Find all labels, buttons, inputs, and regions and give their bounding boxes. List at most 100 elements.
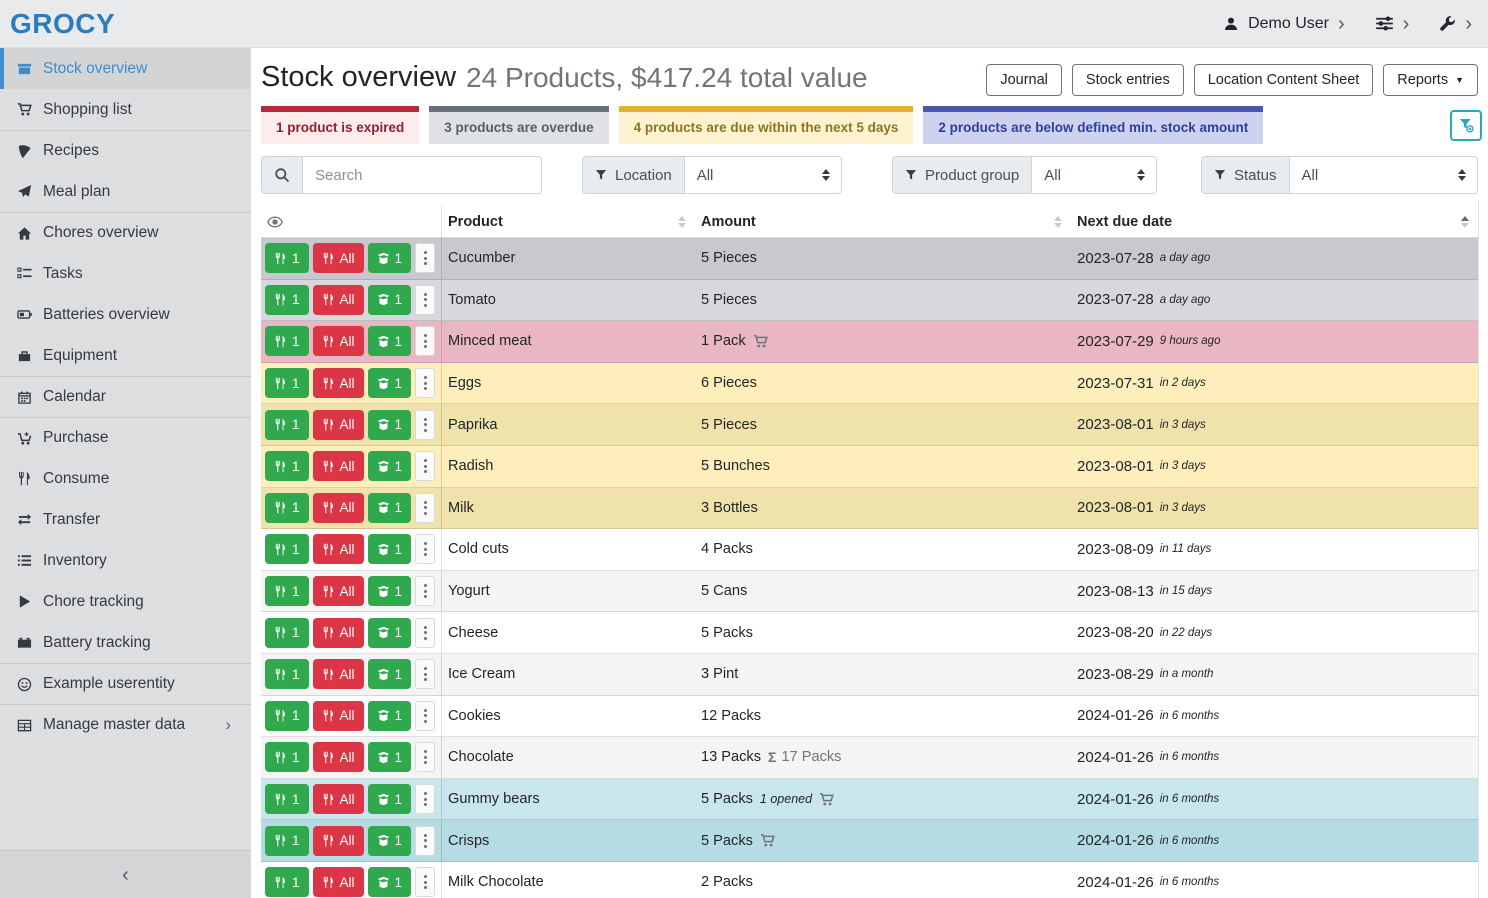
search-input[interactable] xyxy=(302,156,542,194)
table-row[interactable]: 1All1Milk Chocolate2 Packs2024-01-26in 6… xyxy=(261,862,1478,898)
table-row[interactable]: 1All1Yogurt5 Cans2023-08-13in 15 days xyxy=(261,571,1478,613)
amount-column-header[interactable]: Amount xyxy=(695,206,1071,237)
sidebar-item-calendar[interactable]: Calendar xyxy=(0,376,251,417)
open-one-button[interactable]: 1 xyxy=(368,701,412,731)
product-column-header[interactable]: Product xyxy=(442,206,695,237)
row-more-menu-button[interactable] xyxy=(415,784,435,814)
row-more-menu-button[interactable] xyxy=(415,742,435,772)
sidebar-collapse-button[interactable]: ‹ xyxy=(0,850,251,898)
row-more-menu-button[interactable] xyxy=(415,618,435,648)
product-name[interactable]: Radish xyxy=(448,458,493,474)
consume-one-button[interactable]: 1 xyxy=(265,451,309,481)
product-name[interactable]: Cheese xyxy=(448,625,498,641)
table-row[interactable]: 1All1Crisps5 Packs2024-01-26in 6 months xyxy=(261,820,1478,862)
consume-one-button[interactable]: 1 xyxy=(265,659,309,689)
chevron-right-icon[interactable]: › xyxy=(1338,14,1345,34)
consume-all-button[interactable]: All xyxy=(313,742,364,772)
consume-all-button[interactable]: All xyxy=(313,576,364,606)
product-name[interactable]: Milk xyxy=(448,500,474,516)
consume-one-button[interactable]: 1 xyxy=(265,784,309,814)
row-more-menu-button[interactable] xyxy=(415,701,435,731)
sidebar-item-shopping-list[interactable]: Shopping list xyxy=(0,89,251,130)
consume-one-button[interactable]: 1 xyxy=(265,534,309,564)
consume-one-button[interactable]: 1 xyxy=(265,368,309,398)
consume-all-button[interactable]: All xyxy=(313,493,364,523)
open-one-button[interactable]: 1 xyxy=(368,618,412,648)
journal-button[interactable]: Journal xyxy=(986,64,1062,96)
product-name[interactable]: Milk Chocolate xyxy=(448,874,544,890)
sidebar-item-example-userentity[interactable]: Example userentity xyxy=(0,663,251,704)
row-more-menu-button[interactable] xyxy=(415,826,435,856)
table-row[interactable]: 1All1Ice Cream3 Pint2023-08-29in a month xyxy=(261,654,1478,696)
product-name[interactable]: Tomato xyxy=(448,292,496,308)
sidebar-item-batteries-overview[interactable]: Batteries overview xyxy=(0,294,251,335)
row-more-menu-button[interactable] xyxy=(415,576,435,606)
table-row[interactable]: 1All1Cheese5 Packs2023-08-20in 22 days xyxy=(261,612,1478,654)
consume-all-button[interactable]: All xyxy=(313,826,364,856)
user-menu-label[interactable]: Demo User xyxy=(1248,15,1329,33)
table-row[interactable]: 1All1Cold cuts4 Packs2023-08-09in 11 day… xyxy=(261,529,1478,571)
due-date-column-header[interactable]: Next due date xyxy=(1071,206,1478,237)
open-one-button[interactable]: 1 xyxy=(368,410,412,440)
consume-all-button[interactable]: All xyxy=(313,285,364,315)
open-one-button[interactable]: 1 xyxy=(368,451,412,481)
consume-all-button[interactable]: All xyxy=(313,784,364,814)
sidebar-item-transfer[interactable]: Transfer xyxy=(0,499,251,540)
consume-all-button[interactable]: All xyxy=(313,659,364,689)
row-more-menu-button[interactable] xyxy=(415,451,435,481)
open-one-button[interactable]: 1 xyxy=(368,784,412,814)
open-one-button[interactable]: 1 xyxy=(368,576,412,606)
table-row[interactable]: 1All1Milk3 Bottles2023-08-01in 3 days xyxy=(261,488,1478,530)
product-name[interactable]: Chocolate xyxy=(448,749,514,765)
consume-one-button[interactable]: 1 xyxy=(265,576,309,606)
sidebar-item-tasks[interactable]: Tasks xyxy=(0,253,251,294)
sidebar-item-manage-master-data[interactable]: Manage master data› xyxy=(0,704,251,745)
status-filter-select[interactable]: All xyxy=(1289,156,1478,194)
table-row[interactable]: 1All1Tomato5 Pieces2023-07-28a day ago xyxy=(261,280,1478,322)
sidebar-item-purchase[interactable]: Purchase xyxy=(0,417,251,458)
location-content-sheet-button[interactable]: Location Content Sheet xyxy=(1194,64,1374,96)
reports-button[interactable]: Reports▼ xyxy=(1383,64,1478,96)
row-more-menu-button[interactable] xyxy=(415,326,435,356)
consume-one-button[interactable]: 1 xyxy=(265,410,309,440)
row-more-menu-button[interactable] xyxy=(415,243,435,273)
product-group-filter-select[interactable]: All xyxy=(1031,156,1157,194)
vertical-scrollbar[interactable] xyxy=(1478,200,1488,898)
consume-one-button[interactable]: 1 xyxy=(265,285,309,315)
open-one-button[interactable]: 1 xyxy=(368,285,412,315)
open-one-button[interactable]: 1 xyxy=(368,826,412,856)
consume-one-button[interactable]: 1 xyxy=(265,826,309,856)
table-row[interactable]: 1All1Paprika5 Pieces2023-08-01in 3 days xyxy=(261,404,1478,446)
consume-all-button[interactable]: All xyxy=(313,701,364,731)
chevron-right-icon[interactable]: › xyxy=(1465,14,1472,34)
row-more-menu-button[interactable] xyxy=(415,867,435,897)
table-row[interactable]: 1All1Cucumber5 Pieces2023-07-28a day ago xyxy=(261,238,1478,280)
product-name[interactable]: Yogurt xyxy=(448,583,490,599)
product-name[interactable]: Eggs xyxy=(448,375,481,391)
product-name[interactable]: Ice Cream xyxy=(448,666,515,682)
row-more-menu-button[interactable] xyxy=(415,285,435,315)
row-more-menu-button[interactable] xyxy=(415,410,435,440)
sidebar-item-inventory[interactable]: Inventory xyxy=(0,540,251,581)
consume-one-button[interactable]: 1 xyxy=(265,701,309,731)
sliders-icon[interactable] xyxy=(1375,14,1394,33)
consume-all-button[interactable]: All xyxy=(313,534,364,564)
sidebar-item-chore-tracking[interactable]: Chore tracking xyxy=(0,581,251,622)
product-name[interactable]: Cold cuts xyxy=(448,541,509,557)
clear-filters-button[interactable] xyxy=(1450,110,1482,141)
consume-one-button[interactable]: 1 xyxy=(265,618,309,648)
product-name[interactable]: Paprika xyxy=(448,417,497,433)
table-row[interactable]: 1All1Minced meat1 Pack2023-07-299 hours … xyxy=(261,321,1478,363)
sidebar-item-equipment[interactable]: Equipment xyxy=(0,335,251,376)
sidebar-item-stock-overview[interactable]: Stock overview xyxy=(0,48,251,89)
consume-one-button[interactable]: 1 xyxy=(265,493,309,523)
open-one-button[interactable]: 1 xyxy=(368,659,412,689)
open-one-button[interactable]: 1 xyxy=(368,534,412,564)
wrench-icon[interactable] xyxy=(1439,15,1456,32)
open-one-button[interactable]: 1 xyxy=(368,326,412,356)
consume-all-button[interactable]: All xyxy=(313,326,364,356)
consume-one-button[interactable]: 1 xyxy=(265,326,309,356)
chevron-right-icon[interactable]: › xyxy=(1403,14,1410,34)
open-one-button[interactable]: 1 xyxy=(368,867,412,897)
product-name[interactable]: Gummy bears xyxy=(448,791,540,807)
